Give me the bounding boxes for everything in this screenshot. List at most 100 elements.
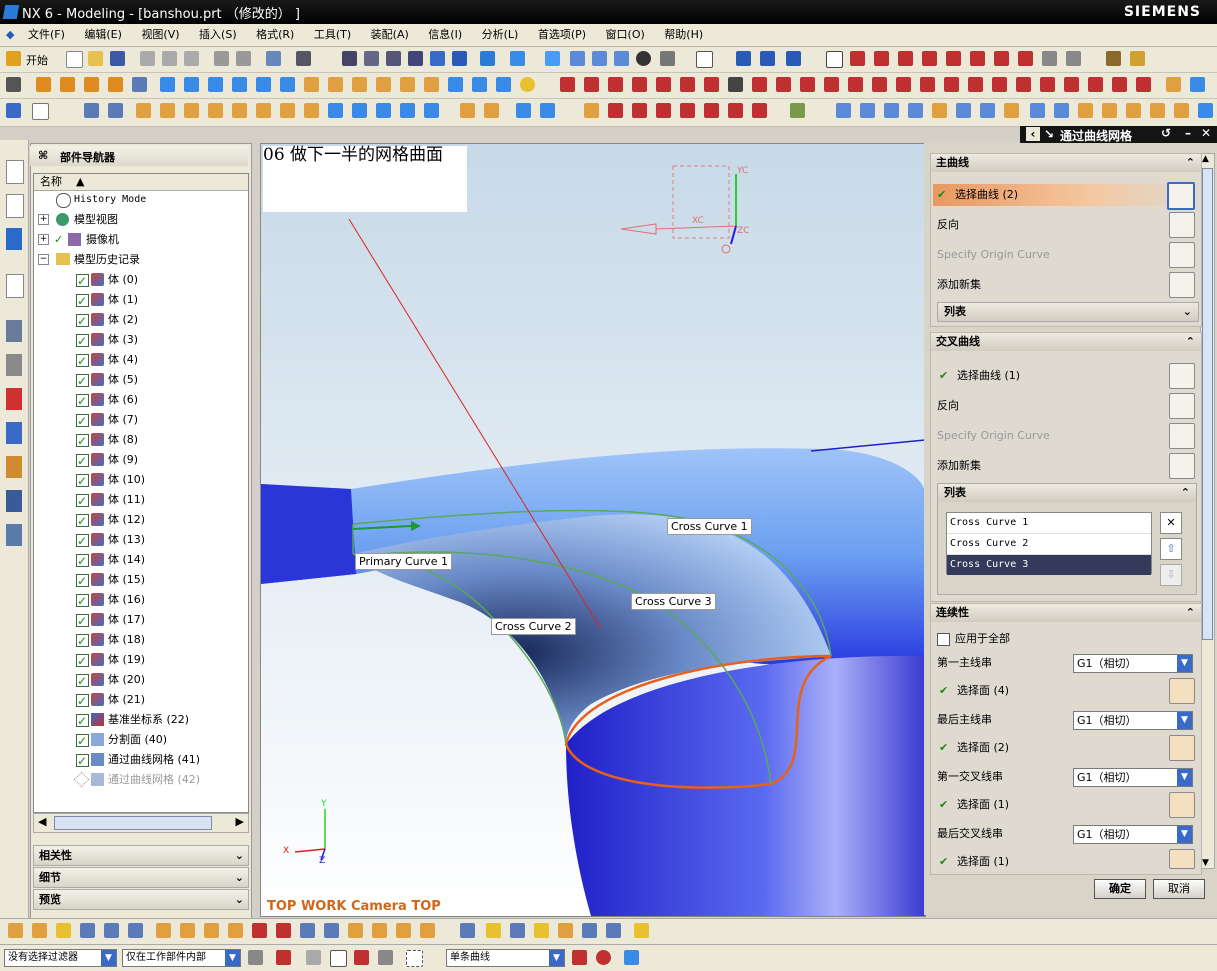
blend-icon[interactable] xyxy=(424,77,439,92)
rotate-icon[interactable] xyxy=(430,51,445,66)
checkbox[interactable] xyxy=(76,451,89,471)
redo-icon[interactable] xyxy=(236,51,251,66)
offset-surface-icon[interactable] xyxy=(304,103,319,118)
dropdown-arrow-icon[interactable]: ▼ xyxy=(1177,655,1192,672)
checkbox[interactable] xyxy=(76,491,89,511)
system-scene-tab-icon[interactable] xyxy=(6,490,22,512)
draft-icon[interactable] xyxy=(728,103,743,118)
hole-icon[interactable] xyxy=(256,77,271,92)
first-primary-face-row[interactable]: ✔ 选择面 (4) xyxy=(937,678,1197,704)
render-style-icon[interactable] xyxy=(480,51,495,66)
assembly-nav-tab-icon[interactable] xyxy=(6,160,24,184)
scroll-up-icon[interactable]: ▲ xyxy=(1202,154,1209,164)
cone-icon[interactable] xyxy=(208,77,223,92)
tree-item-body[interactable]: 体 (19) xyxy=(34,650,248,671)
tree-item-divide-face[interactable]: 分割面 (40) xyxy=(34,730,248,751)
block-icon[interactable] xyxy=(160,77,175,92)
snap-mid-icon[interactable] xyxy=(874,51,889,66)
origin-curve-button[interactable] xyxy=(1169,423,1195,449)
snap-endpoint-icon[interactable] xyxy=(56,923,71,938)
snap-on-face-icon[interactable] xyxy=(252,923,267,938)
process-studio-tab-icon[interactable] xyxy=(6,524,22,546)
tree-item-cameras[interactable]: + ✓ 摄像机 xyxy=(34,230,248,250)
snap-grid-icon[interactable] xyxy=(8,923,23,938)
select-face-button[interactable] xyxy=(1169,792,1195,818)
cross-curves-header[interactable]: 交叉曲线 ⌃ xyxy=(931,333,1201,351)
face-analysis-icon[interactable] xyxy=(836,103,851,118)
slot-icon[interactable] xyxy=(352,77,367,92)
snap-face-icon[interactable] xyxy=(1018,51,1033,66)
add-new-set-button[interactable] xyxy=(1169,272,1195,298)
list-item-selected[interactable]: Cross Curve 3 xyxy=(947,555,1151,575)
select-curve-button[interactable] xyxy=(1167,182,1195,210)
extension-icon[interactable] xyxy=(328,103,343,118)
swept-icon[interactable] xyxy=(208,103,223,118)
sheet-icon[interactable] xyxy=(1166,77,1181,92)
menu-file[interactable]: 文件(F) xyxy=(20,24,73,46)
datum-plane-icon[interactable] xyxy=(448,77,463,92)
sew-icon[interactable] xyxy=(376,103,391,118)
extract-curve-icon[interactable] xyxy=(992,77,1007,92)
section-details[interactable]: 细节 ⌄ xyxy=(33,867,249,888)
expand-icon[interactable]: + xyxy=(38,214,49,225)
checkbox[interactable] xyxy=(76,631,89,651)
snap-existing-pt-icon[interactable] xyxy=(204,923,219,938)
surface-icon[interactable] xyxy=(1190,77,1205,92)
chevron-down-icon[interactable]: ⌄ xyxy=(235,890,244,909)
menu-window[interactable]: 窗口(O) xyxy=(598,24,653,46)
sphere-icon[interactable] xyxy=(232,77,247,92)
menu-insert[interactable]: 插入(S) xyxy=(191,24,245,46)
cross-list-header[interactable]: 列表 ⌃ xyxy=(938,484,1196,502)
select-curve-button[interactable] xyxy=(1169,363,1195,389)
tree-item-body[interactable]: 体 (0) xyxy=(34,270,248,291)
front-view-icon[interactable] xyxy=(570,51,585,66)
law-extension-icon[interactable] xyxy=(352,103,367,118)
checkbox[interactable] xyxy=(76,671,89,691)
dist-icon[interactable] xyxy=(956,103,971,118)
tree-item-body[interactable]: 体 (7) xyxy=(34,410,248,431)
corner-icon[interactable] xyxy=(800,77,815,92)
dropdown-arrow-icon[interactable]: ▼ xyxy=(225,950,240,966)
pencil-icon[interactable] xyxy=(1004,103,1019,118)
rectangle-icon[interactable] xyxy=(824,77,839,92)
revolve-icon[interactable] xyxy=(60,77,75,92)
menu-info[interactable]: 信息(I) xyxy=(420,24,470,46)
scroll-left-icon[interactable]: ◀ xyxy=(38,815,46,828)
history-tab-icon[interactable] xyxy=(6,320,22,342)
menu-analysis[interactable]: 分析(L) xyxy=(474,24,527,46)
line-icon[interactable] xyxy=(560,77,575,92)
section-surface-icon[interactable] xyxy=(232,103,247,118)
constraint-nav-tab-icon[interactable] xyxy=(6,228,22,250)
studio-spline-icon[interactable] xyxy=(656,77,671,92)
checkbox[interactable] xyxy=(76,511,89,531)
chamfer-icon[interactable] xyxy=(400,77,415,92)
project-curve-icon[interactable] xyxy=(920,77,935,92)
system-material-tab-icon[interactable] xyxy=(6,354,22,376)
tree-item-model-history[interactable]: − 模型历史记录 xyxy=(34,250,248,270)
checkbox[interactable] xyxy=(76,731,89,751)
wcs-origin-icon[interactable] xyxy=(760,51,775,66)
conic-icon[interactable] xyxy=(704,77,719,92)
curve-rule-select[interactable]: 单条曲线 ▼ xyxy=(446,949,565,967)
extrude-icon[interactable] xyxy=(36,77,51,92)
select-point-icon[interactable] xyxy=(606,923,621,938)
checkbox[interactable] xyxy=(76,311,89,331)
tree-item-body[interactable]: 体 (1) xyxy=(34,290,248,311)
dialog-title-bar[interactable]: ‹ ↘ 通过曲线网格 ↺ – ✕ xyxy=(1020,126,1217,143)
snap-arc-center-icon[interactable] xyxy=(156,923,171,938)
reflection-icon[interactable] xyxy=(860,103,875,118)
helix-icon[interactable] xyxy=(680,77,695,92)
tree-item-body[interactable]: 体 (2) xyxy=(34,310,248,331)
chevron-down-icon[interactable]: ⌄ xyxy=(235,868,244,887)
radius-analysis-icon[interactable] xyxy=(884,103,899,118)
chevron-down-icon[interactable]: ⌄ xyxy=(235,846,244,865)
add-new-set-button[interactable] xyxy=(1169,453,1195,479)
start-button[interactable]: 开始 xyxy=(26,52,48,68)
tree-item-body[interactable]: 体 (17) xyxy=(34,610,248,631)
remove-icon[interactable]: ✕ xyxy=(1160,512,1182,534)
layer-icon[interactable] xyxy=(660,51,675,66)
tree-item-body[interactable]: 体 (4) xyxy=(34,350,248,371)
tree-item-body[interactable]: 体 (9) xyxy=(34,450,248,471)
filter-settings-icon[interactable] xyxy=(248,950,263,965)
repeat-icon[interactable] xyxy=(266,51,281,66)
